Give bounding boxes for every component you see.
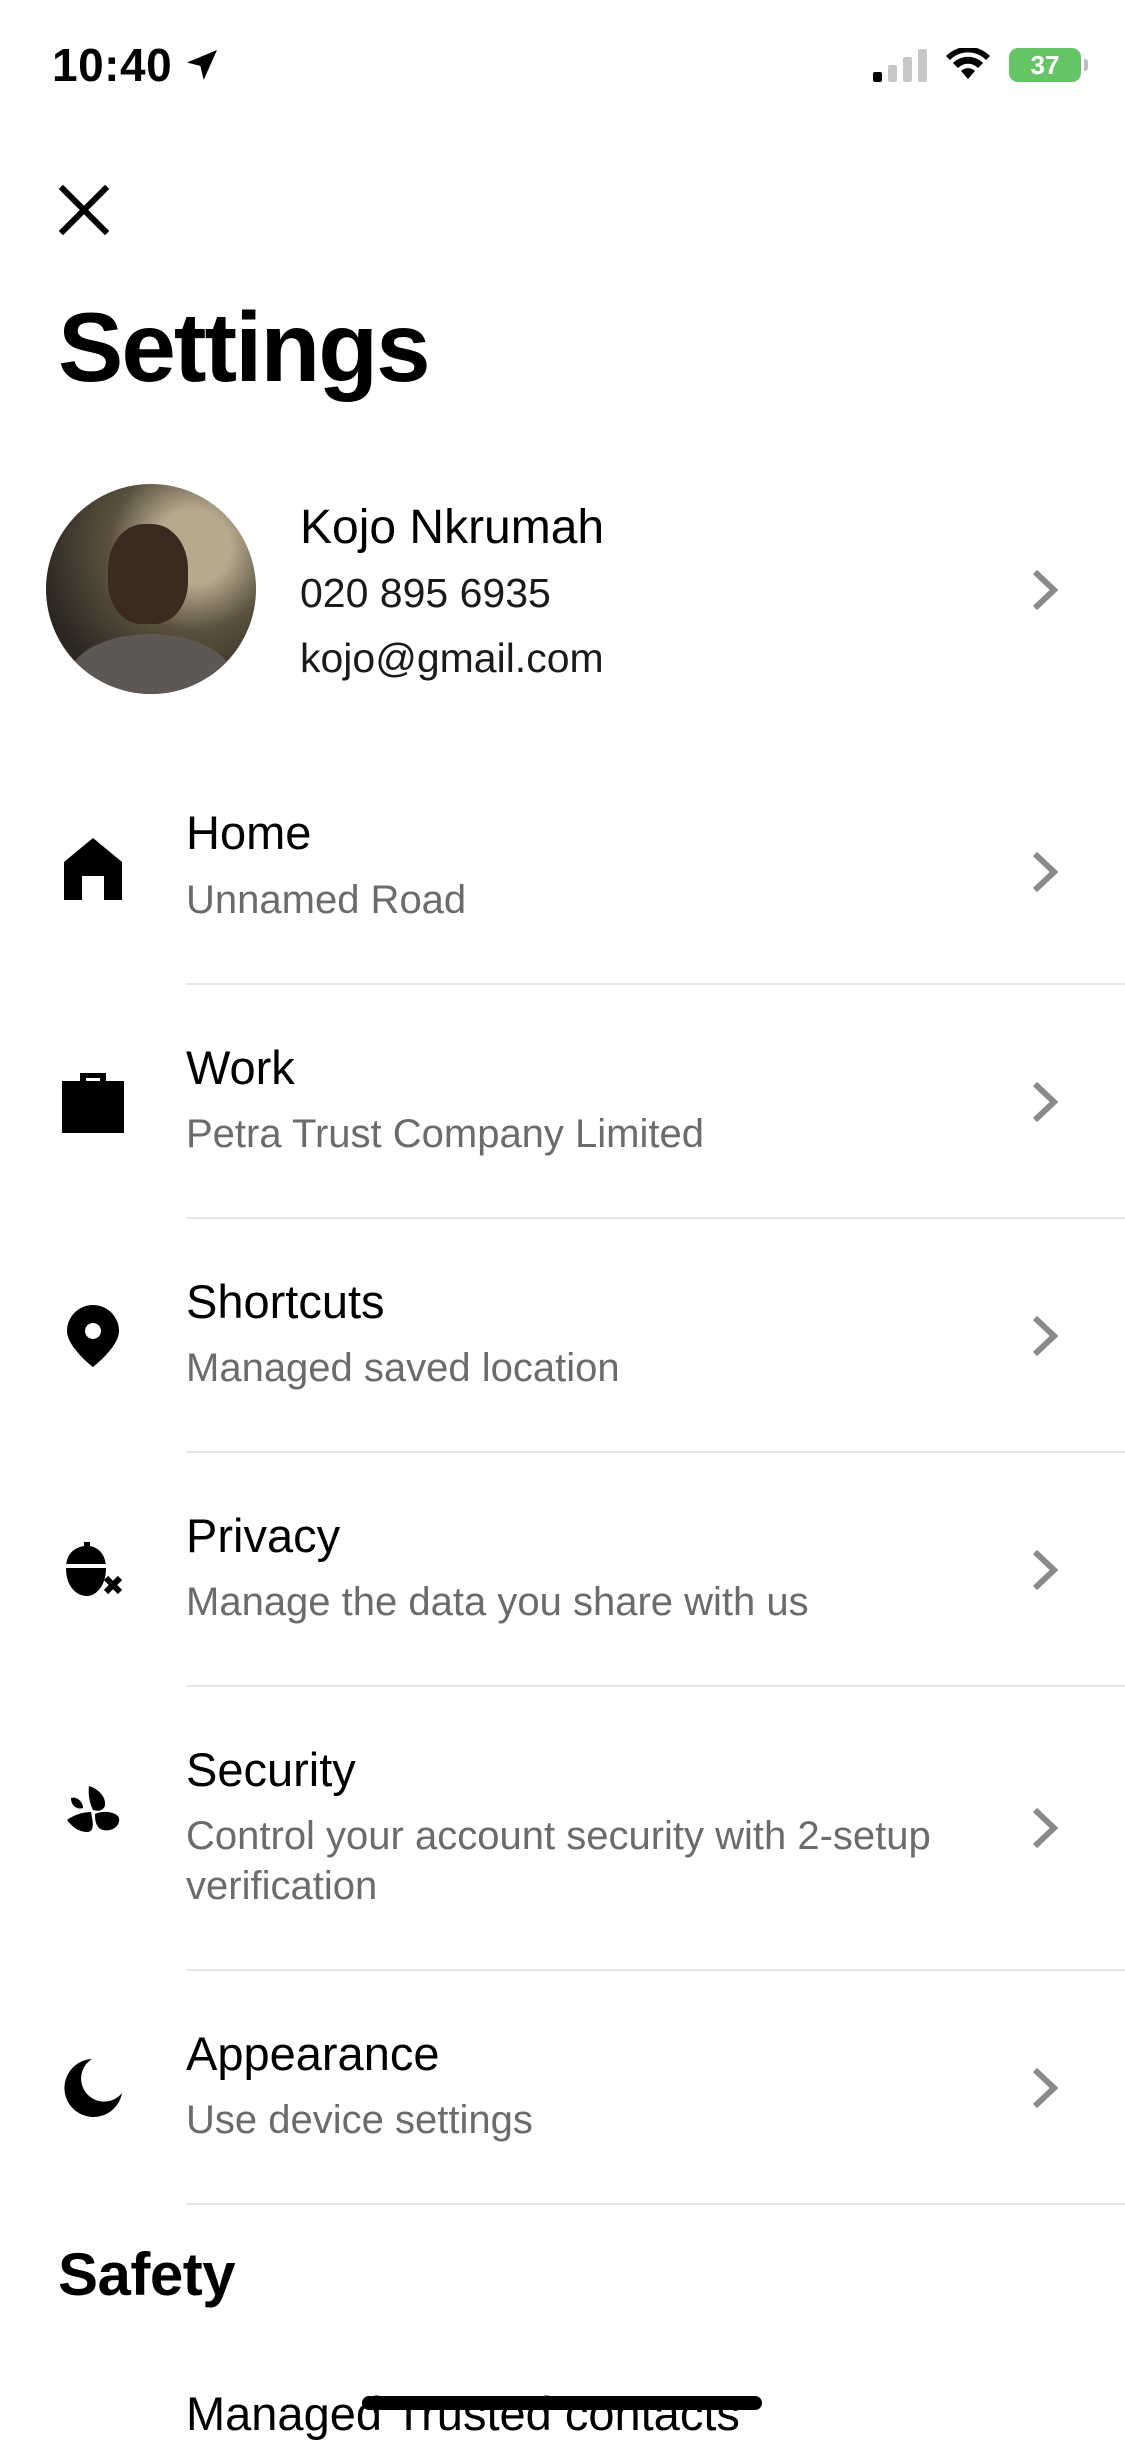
location-arrow-icon bbox=[187, 50, 218, 80]
settings-item-home[interactable]: Home Unnamed Road bbox=[0, 765, 1125, 985]
item-title: Appearance bbox=[186, 2027, 440, 2080]
chevron-right-icon bbox=[1025, 1079, 1065, 1125]
settings-item-work[interactable]: Work Petra Trust Company Limited bbox=[0, 985, 1125, 1219]
security-icon bbox=[60, 1779, 126, 1845]
chevron-right-icon bbox=[1025, 1547, 1065, 1593]
section-title-safety: Safety bbox=[58, 2241, 236, 2308]
item-title: Home bbox=[186, 806, 312, 859]
chevron-right-icon bbox=[1025, 849, 1065, 895]
settings-item-trusted-contacts[interactable]: Managed Trusted contacts bbox=[186, 2386, 740, 2441]
item-subtitle: Manage the data you share with us bbox=[186, 1580, 809, 1624]
settings-list: Home Unnamed Road Work Petra Trust Compa… bbox=[0, 765, 1125, 2205]
settings-item-appearance[interactable]: Appearance Use device settings bbox=[0, 1971, 1125, 2205]
profile-email: kojo@gmail.com bbox=[300, 635, 604, 681]
item-title: Shortcuts bbox=[186, 1275, 385, 1328]
chevron-right-icon bbox=[1025, 2065, 1065, 2111]
settings-item-privacy[interactable]: Privacy Manage the data you share with u… bbox=[0, 1453, 1125, 1687]
page-title: Settings bbox=[58, 292, 431, 402]
item-subtitle: Petra Trust Company Limited bbox=[186, 1112, 704, 1156]
item-title: Privacy bbox=[186, 1509, 341, 1562]
chevron-right-icon bbox=[1025, 567, 1065, 613]
status-time-group: 10:40 bbox=[52, 38, 222, 92]
status-indicators: 37 bbox=[873, 48, 1088, 82]
location-pin-icon bbox=[60, 1303, 126, 1369]
close-button[interactable] bbox=[54, 180, 114, 240]
profile-name: Kojo Nkrumah bbox=[300, 501, 605, 554]
divider bbox=[186, 2203, 1125, 2205]
avatar bbox=[46, 484, 256, 694]
chevron-right-icon bbox=[1025, 1313, 1065, 1359]
battery-icon: 37 bbox=[1009, 48, 1088, 82]
profile-phone: 020 895 6935 bbox=[300, 570, 551, 616]
settings-item-security[interactable]: Security Control your account security w… bbox=[0, 1687, 1125, 1971]
moon-icon bbox=[60, 2055, 126, 2121]
cellular-signal-icon bbox=[873, 48, 927, 82]
briefcase-icon bbox=[60, 1069, 126, 1135]
item-title: Work bbox=[186, 1041, 295, 1094]
item-subtitle: Control your account security with 2-set… bbox=[186, 1814, 931, 1908]
item-subtitle: Unnamed Road bbox=[186, 878, 467, 922]
chevron-right-icon bbox=[1025, 1805, 1065, 1851]
status-bar: 10:40 37 bbox=[0, 0, 1125, 130]
settings-item-shortcuts[interactable]: Shortcuts Managed saved location bbox=[0, 1219, 1125, 1453]
battery-level: 37 bbox=[1030, 49, 1060, 80]
home-indicator[interactable] bbox=[362, 2396, 762, 2410]
wifi-icon bbox=[946, 48, 990, 79]
status-time: 10:40 bbox=[52, 39, 173, 91]
item-title: Security bbox=[186, 1743, 356, 1796]
profile-row[interactable]: Kojo Nkrumah 020 895 6935 kojo@gmail.com bbox=[0, 480, 1125, 700]
item-subtitle: Use device settings bbox=[186, 2098, 533, 2142]
item-subtitle: Managed saved location bbox=[186, 1346, 620, 1390]
privacy-icon bbox=[60, 1537, 126, 1603]
home-icon bbox=[60, 836, 126, 902]
close-icon bbox=[59, 185, 109, 235]
